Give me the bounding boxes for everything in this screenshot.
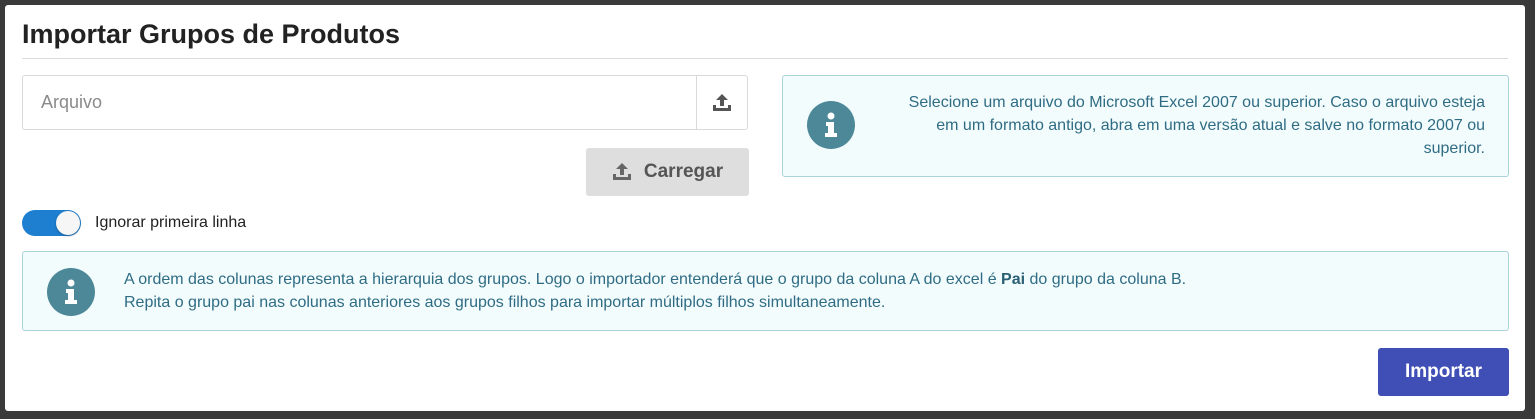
excel-format-info: Selecione um arquivo do Microsoft Excel … xyxy=(782,75,1509,177)
file-browse-button[interactable] xyxy=(696,76,747,129)
excel-format-info-text: Selecione um arquivo do Microsoft Excel … xyxy=(908,94,1485,157)
ignore-first-row-toggle[interactable] xyxy=(22,210,81,236)
ignore-first-row-setting: Ignorar primeira linha xyxy=(22,210,246,236)
import-button[interactable]: Importar xyxy=(1378,348,1509,396)
info-icon xyxy=(47,268,95,316)
file-input-group xyxy=(22,75,748,130)
load-button-label: Carregar xyxy=(643,161,724,182)
column-hierarchy-info: A ordem das colunas representa a hierarq… xyxy=(22,251,1509,331)
column-hierarchy-info-text: A ordem das colunas representa a hierarq… xyxy=(124,271,1187,311)
ignore-first-row-label: Ignorar primeira linha xyxy=(95,214,247,231)
upload-icon xyxy=(612,163,631,180)
import-panel: Importar Grupos de Produtos Carregar Ign… xyxy=(5,5,1525,411)
load-button[interactable]: Carregar xyxy=(586,148,749,196)
page-title: Importar Grupos de Produtos xyxy=(22,19,401,49)
toggle-knob xyxy=(56,211,80,235)
info-icon xyxy=(807,101,855,149)
upload-icon xyxy=(713,93,731,111)
file-input[interactable] xyxy=(23,76,696,129)
title-divider xyxy=(22,58,1508,59)
